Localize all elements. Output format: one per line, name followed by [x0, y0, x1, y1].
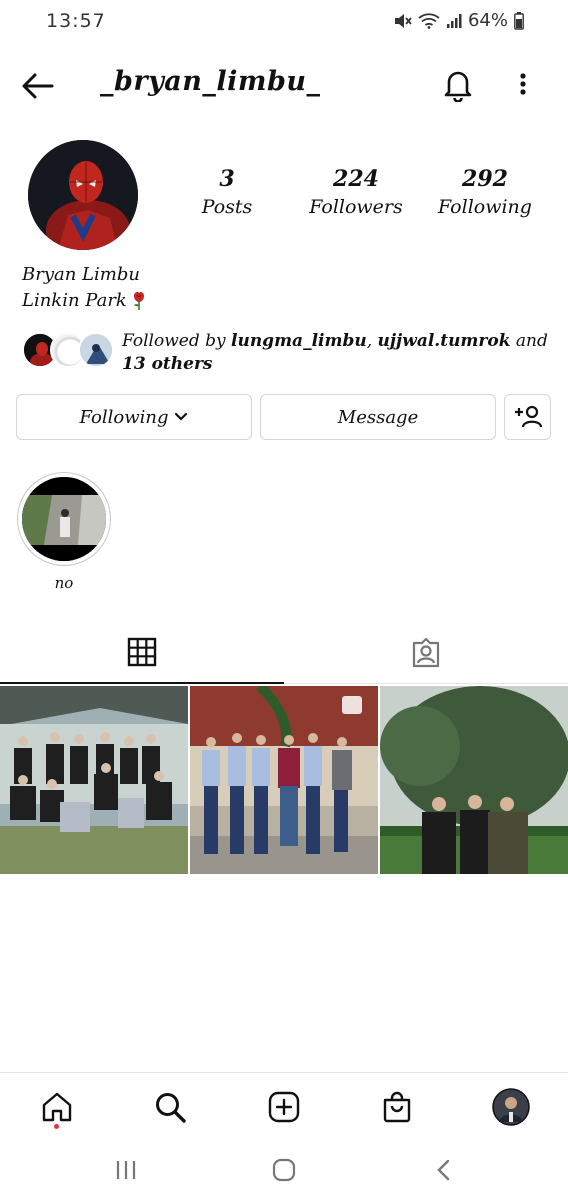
nav-profile[interactable]	[489, 1085, 533, 1129]
followed-by-text[interactable]: Followed by lungma_limbu, ujjwal.tumrok …	[122, 330, 552, 376]
system-back-button[interactable]	[424, 1154, 464, 1186]
battery-percent: 64%	[467, 10, 508, 31]
followed-by-connector: and	[510, 331, 548, 351]
following-count: 292	[462, 166, 508, 192]
profile-header: _bryan_limbu_	[0, 60, 568, 110]
followed-by-separator: ,	[366, 331, 378, 351]
grid-icon	[127, 637, 157, 667]
mutual-avatar-3	[78, 332, 114, 368]
message-button-label: Message	[337, 406, 419, 428]
suggested-users-button[interactable]	[504, 394, 551, 440]
following-button[interactable]: Following	[16, 394, 252, 440]
spiderman-avatar-image	[28, 140, 138, 250]
recent-apps-button[interactable]	[106, 1154, 146, 1186]
bottom-navigation	[0, 1072, 568, 1138]
mutual-user-2[interactable]: ujjwal.tumrok	[378, 331, 511, 351]
stat-posts[interactable]: 3 Posts	[167, 166, 287, 218]
bell-icon	[444, 71, 472, 103]
post-thumbnail-3[interactable]	[380, 686, 568, 874]
signal-icon	[446, 13, 462, 28]
profile-username: _bryan_limbu_	[100, 66, 321, 97]
followers-count: 224	[333, 166, 379, 192]
rose-icon	[133, 291, 144, 310]
stat-followers[interactable]: 224 Followers	[296, 166, 416, 218]
tagged-person-icon	[412, 637, 440, 667]
tab-posts-grid[interactable]	[0, 622, 284, 684]
home-notification-dot	[54, 1124, 59, 1129]
mute-icon	[394, 13, 412, 28]
mutual-user-1[interactable]: lungma_limbu	[231, 331, 367, 351]
bio-text: Linkin Park	[22, 290, 127, 311]
profile-bio: Linkin Park	[22, 290, 147, 311]
message-button[interactable]: Message	[260, 394, 496, 440]
status-bar: 13:57 64%	[0, 0, 568, 44]
nav-home[interactable]	[35, 1085, 79, 1129]
highlight-cover	[22, 477, 106, 561]
tab-tagged[interactable]	[284, 622, 568, 684]
battery-icon	[514, 11, 524, 30]
multi-photo-icon	[342, 696, 362, 714]
more-vertical-icon	[520, 73, 526, 95]
search-icon	[156, 1093, 186, 1123]
back-chevron-icon	[437, 1159, 450, 1181]
notifications-button[interactable]	[440, 66, 476, 103]
nav-create[interactable]	[262, 1085, 306, 1129]
profile-display-name: Bryan Limbu	[22, 264, 140, 285]
stat-following[interactable]: 292 Following	[425, 166, 545, 218]
followed-by-prefix: Followed by	[122, 331, 231, 351]
chevron-down-icon	[175, 412, 188, 421]
system-home-button[interactable]	[264, 1154, 304, 1186]
mutual-followers-avatars[interactable]	[22, 332, 114, 372]
status-icons: 64%	[394, 10, 524, 31]
add-post-icon	[268, 1091, 300, 1123]
post-thumbnail-1[interactable]	[0, 686, 188, 874]
posts-count: 3	[219, 166, 235, 192]
post-thumbnail-2[interactable]	[190, 686, 378, 874]
home-circle-icon	[272, 1158, 296, 1182]
posts-label: Posts	[201, 196, 253, 218]
followers-label: Followers	[309, 196, 403, 218]
recent-apps-icon	[116, 1161, 136, 1179]
back-arrow-icon	[22, 73, 54, 99]
profile-avatar[interactable]	[28, 140, 138, 250]
add-person-icon	[514, 405, 542, 428]
system-navigation-bar	[0, 1140, 568, 1200]
story-highlight[interactable]	[17, 472, 111, 566]
status-time: 13:57	[46, 10, 106, 32]
wifi-icon	[418, 12, 440, 29]
home-icon	[42, 1092, 72, 1122]
shop-bag-icon	[383, 1091, 411, 1123]
highlight-label: no	[54, 574, 74, 592]
back-button[interactable]	[20, 68, 56, 104]
mutual-others-count[interactable]: 13 others	[122, 354, 212, 374]
nav-shop[interactable]	[375, 1085, 419, 1129]
nav-search[interactable]	[148, 1085, 192, 1129]
following-label: Following	[438, 196, 532, 218]
following-button-label: Following	[79, 406, 169, 428]
profile-avatar-icon	[492, 1088, 530, 1126]
more-options-button[interactable]	[508, 66, 538, 102]
